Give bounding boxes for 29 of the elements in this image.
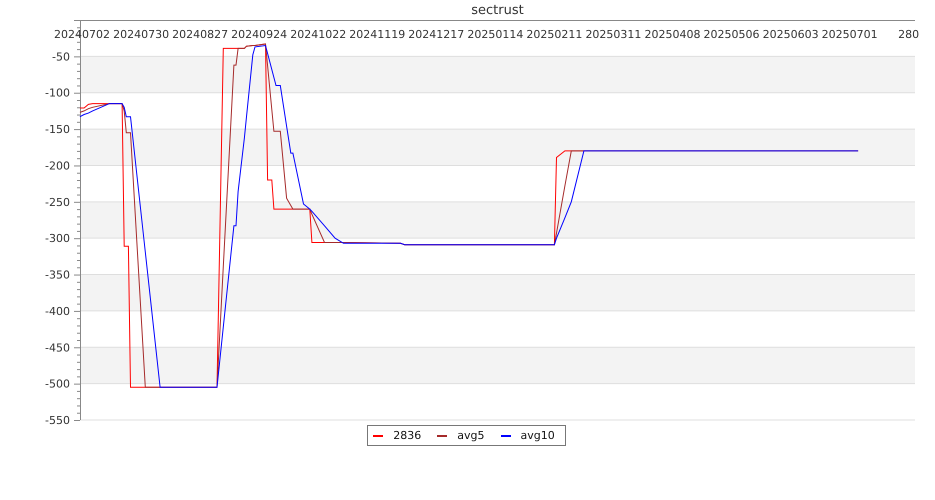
legend-label: avg5 <box>457 429 484 442</box>
tick-label: 20250408 <box>644 28 700 41</box>
tick-label: -550 <box>45 414 70 427</box>
tick-label: 20241022 <box>290 28 346 41</box>
tick-label: 20241119 <box>349 28 406 41</box>
tick-label: 20250701 <box>822 28 878 41</box>
tick-label: -500 <box>45 378 70 391</box>
tick-label: -150 <box>45 123 70 136</box>
tick-label: 20250311 <box>585 28 642 41</box>
legend-label: avg10 <box>520 429 555 442</box>
tick-label: 280 <box>898 28 920 41</box>
tick-label: 20250506 <box>704 28 760 41</box>
tick-label: 20250114 <box>467 28 524 41</box>
tick-label: -400 <box>45 304 70 318</box>
tick-label: -300 <box>45 232 70 246</box>
tick-label: 20240730 <box>113 28 170 41</box>
tick-label: 20240827 <box>172 28 228 41</box>
tick-label: -250 <box>45 196 70 209</box>
tick-label: 20241217 <box>408 28 464 41</box>
tick-label: -450 <box>45 341 70 354</box>
tick-label: 20240924 <box>231 28 288 41</box>
chart-title: sectrust <box>471 3 524 18</box>
tick-label: -50 <box>52 50 70 64</box>
tick-label: 20250603 <box>762 28 819 41</box>
tick-label: -100 <box>45 86 70 100</box>
legend-label: 2836 <box>393 429 422 442</box>
tick-label: 20250211 <box>526 28 582 41</box>
tick-label: -200 <box>45 159 70 172</box>
tick-label: -350 <box>45 268 70 282</box>
